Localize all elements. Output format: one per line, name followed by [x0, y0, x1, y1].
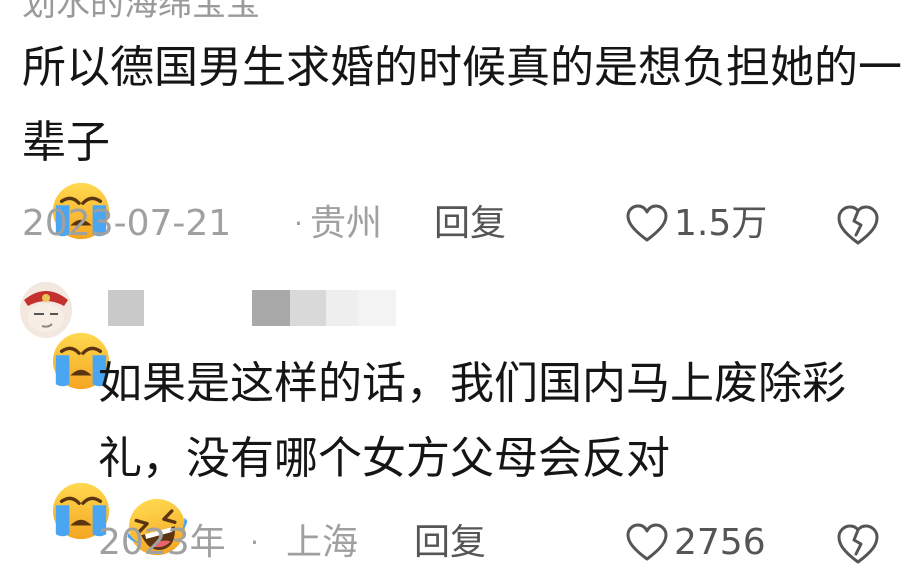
comment-2-reply-button[interactable]: 回复: [414, 518, 486, 568]
comment-2-body-line-1: 如果是这样的话，我们国内马上废除彩: [98, 358, 846, 409]
comment-1-location: 贵州: [310, 203, 383, 244]
comment-1-body: 所以德国男生求婚的时候真的是想负担她的一辈子: [22, 42, 902, 168]
comment-1-meta: 2023-07-21 · 贵州 回复 1.5万: [22, 199, 922, 249]
comment-2-location: 上海: [286, 522, 359, 563]
broken-heart-icon[interactable]: [836, 203, 880, 247]
heart-icon: [626, 523, 668, 561]
comment-2-body-line-2: 礼，没有哪个女方父母会反对: [98, 433, 670, 484]
blurred-username-part: [358, 290, 396, 326]
heart-icon: [626, 204, 668, 242]
meta-separator: ·: [250, 526, 259, 559]
comment-2-like-count: 2756: [674, 522, 766, 563]
comment-2-date: 2023年: [98, 522, 226, 563]
comment-1-date: 2023-07-21: [22, 203, 232, 244]
blurred-username-part: [290, 290, 326, 326]
meta-separator: ·: [294, 207, 303, 240]
comment-1-username[interactable]: 划水的海绵宝宝: [22, 0, 260, 25]
blurred-username-part: [108, 290, 144, 326]
comment-1-like-button[interactable]: 1.5万: [626, 199, 767, 249]
comment-1-like-count: 1.5万: [674, 203, 768, 244]
blurred-username-part: [326, 290, 358, 326]
blurred-username-part: [252, 290, 290, 326]
broken-heart-icon[interactable]: [836, 522, 880, 566]
avatar[interactable]: [20, 282, 72, 338]
comment-2-meta: 2023年 · 上海 回复 2756: [98, 518, 923, 568]
avatar-image: [20, 282, 72, 338]
comment-2-like-button[interactable]: 2756: [626, 518, 766, 568]
comment-1-reply-button[interactable]: 回复: [434, 199, 506, 249]
